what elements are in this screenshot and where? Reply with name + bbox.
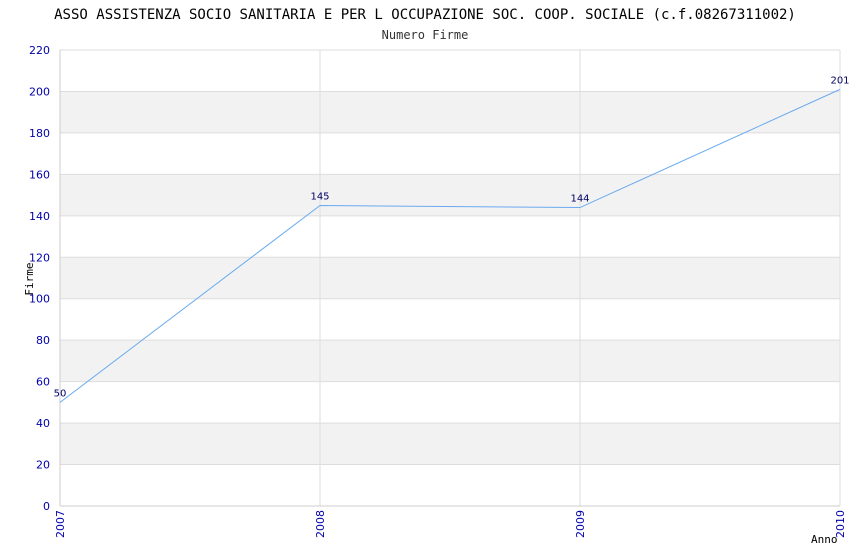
chart-title: ASSO ASSISTENZA SOCIO SANITARIA E PER L … bbox=[54, 7, 796, 23]
x-axis-label: Anno bbox=[811, 533, 838, 546]
y-tick-label: 200 bbox=[29, 85, 50, 98]
plot-background-bands bbox=[60, 91, 840, 465]
chart-subtitle: Numero Firme bbox=[382, 28, 469, 42]
plot-band bbox=[60, 340, 840, 382]
plot-band bbox=[60, 423, 840, 465]
y-tick-label: 140 bbox=[29, 210, 50, 223]
plot-band bbox=[60, 257, 840, 299]
y-tick-label: 40 bbox=[36, 417, 50, 430]
y-tick-label: 120 bbox=[29, 251, 50, 264]
y-tick-label: 60 bbox=[36, 376, 50, 389]
x-tick-label: 2009 bbox=[574, 510, 587, 538]
x-tick-label: 2007 bbox=[54, 510, 67, 538]
y-tick-label: 0 bbox=[43, 500, 50, 513]
data-label: 144 bbox=[570, 194, 589, 205]
plot-band bbox=[60, 174, 840, 216]
x-tick-label: 2008 bbox=[314, 510, 327, 538]
y-tick-label: 20 bbox=[36, 459, 50, 472]
data-label: 145 bbox=[310, 191, 329, 202]
y-tick-label: 180 bbox=[29, 127, 50, 140]
line-chart: 020406080100120140160180200220 2007 2008 2… bbox=[23, 7, 850, 546]
y-tick-label: 220 bbox=[29, 44, 50, 57]
y-axis-label: Firme bbox=[23, 262, 36, 295]
data-label: 201 bbox=[830, 75, 849, 86]
plot-band bbox=[60, 91, 840, 133]
x-axis-ticks: 2007 2008 2009 2010 bbox=[54, 510, 847, 538]
y-tick-label: 80 bbox=[36, 334, 50, 347]
y-tick-label: 160 bbox=[29, 168, 50, 181]
data-label: 50 bbox=[54, 388, 67, 399]
